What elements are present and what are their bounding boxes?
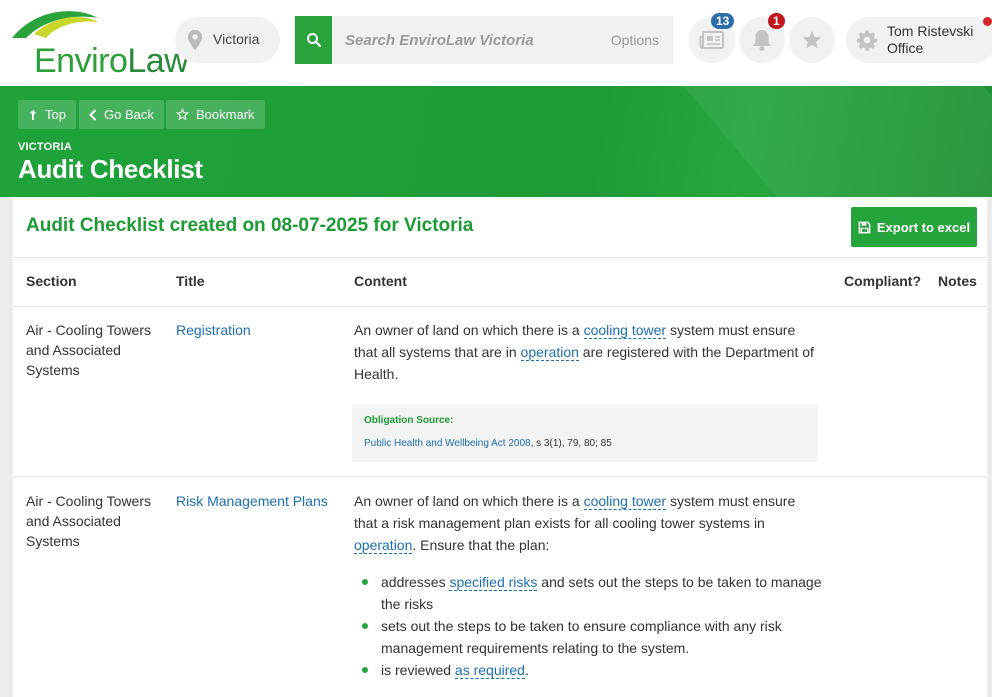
row-section: Air - Cooling Towers and Associated Syst… — [26, 493, 152, 549]
row-title-link[interactable]: Risk Management Plans — [176, 491, 336, 511]
save-icon — [858, 221, 871, 233]
glossary-link[interactable]: specified risks — [449, 574, 538, 591]
envirolaw-logo[interactable]: EnviroLaw — [6, 8, 189, 80]
notifications-button[interactable]: 1 — [739, 13, 785, 63]
top-button-label: Top — [45, 107, 66, 122]
page-banner: Top Go Back Bookmark VICTORIA Audit Chec… — [0, 86, 992, 197]
list-item: sets out the steps to be taken to ensure… — [362, 615, 827, 659]
go-back-button-label: Go Back — [104, 107, 154, 122]
checklist-heading: Audit Checklist created on 08-07-2025 fo… — [26, 215, 474, 236]
top-button[interactable]: Top — [18, 100, 76, 129]
logo-wordmark: EnviroLaw — [34, 42, 189, 80]
column-header-section: Section — [26, 273, 77, 289]
export-excel-button[interactable]: Export to excel — [851, 207, 977, 247]
checklist-card: Audit Checklist created on 08-07-2025 fo… — [13, 197, 987, 697]
obligation-source-label: Obligation Source: — [364, 415, 454, 426]
gear-icon — [856, 30, 878, 51]
favorites-button[interactable] — [789, 17, 835, 63]
breadcrumb[interactable]: VICTORIA — [18, 141, 72, 153]
arrow-up-icon — [29, 109, 37, 120]
row-content: An owner of land on which there is a coo… — [354, 493, 796, 554]
top-header: EnviroLaw Victoria Search EnviroLaw Vict… — [0, 0, 992, 86]
star-outline-icon — [176, 108, 189, 121]
obligation-source: Public Health and Wellbeing Act 2008, s … — [364, 438, 612, 449]
glossary-link[interactable]: operation — [520, 344, 579, 361]
obligation-source-box: Obligation Source: Public Health and Wel… — [352, 405, 818, 462]
go-back-button[interactable]: Go Back — [79, 100, 164, 129]
banner-decoration — [683, 86, 992, 197]
chevron-left-icon — [89, 108, 97, 121]
column-header-compliant: Compliant? — [844, 273, 921, 289]
page-title: Audit Checklist — [18, 154, 203, 184]
divider — [13, 306, 987, 307]
location-selector[interactable]: Victoria — [175, 17, 280, 63]
star-icon — [802, 30, 822, 49]
column-header-content: Content — [354, 273, 407, 289]
glossary-link[interactable]: cooling tower — [583, 322, 667, 339]
user-name: Tom Ristevski — [887, 23, 974, 39]
row-content: An owner of land on which there is a coo… — [354, 322, 814, 382]
glossary-link[interactable]: as required — [454, 662, 525, 679]
user-role: Office — [887, 40, 924, 56]
bell-icon — [753, 30, 771, 51]
act-link[interactable]: Public Health and Wellbeing Act 2008 — [364, 438, 531, 449]
column-header-title: Title — [176, 273, 205, 289]
list-item: addresses specified risks and sets out t… — [362, 571, 827, 615]
divider — [13, 476, 987, 477]
row-title-link[interactable]: Registration — [176, 320, 336, 340]
status-dot — [983, 17, 992, 26]
glossary-link[interactable]: cooling tower — [583, 493, 667, 510]
notifications-count-badge: 1 — [768, 13, 785, 29]
column-header-notes: Notes — [938, 273, 977, 289]
search-input[interactable]: Search EnviroLaw Victoria — [345, 32, 534, 49]
news-button[interactable]: 13 — [689, 13, 735, 63]
export-excel-label: Export to excel — [876, 219, 971, 235]
list-item: is reviewed as required. — [362, 659, 827, 681]
row-section: Air - Cooling Towers and Associated Syst… — [26, 322, 152, 378]
bookmark-button[interactable]: Bookmark — [166, 100, 265, 129]
search-options-link[interactable]: Options — [611, 32, 659, 48]
location-label: Victoria — [213, 31, 260, 47]
search-bar: Search EnviroLaw Victoria Options — [295, 16, 673, 64]
user-menu[interactable]: Tom Ristevski Office — [846, 17, 992, 63]
glossary-link[interactable]: operation — [354, 537, 413, 554]
newspaper-icon — [699, 31, 724, 50]
news-count-badge: 13 — [711, 13, 735, 29]
map-pin-icon — [188, 30, 202, 50]
search-button[interactable] — [295, 16, 332, 64]
divider — [13, 257, 987, 258]
search-icon — [306, 33, 321, 48]
plan-requirements-list: addresses specified risks and sets out t… — [362, 571, 827, 681]
bookmark-button-label: Bookmark — [196, 107, 255, 122]
